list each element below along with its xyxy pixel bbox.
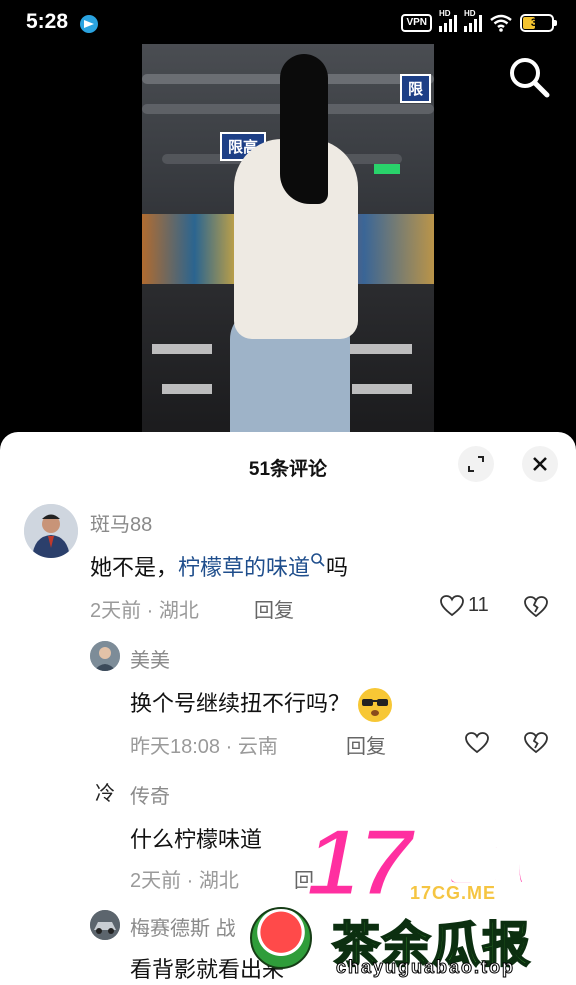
heart-icon	[440, 594, 464, 616]
signal-icon: HD	[464, 9, 482, 32]
expand-button[interactable]	[458, 446, 494, 482]
crosswalk-stripe	[152, 344, 212, 354]
watermelon-icon	[250, 907, 312, 969]
vpn-badge: VPN	[401, 14, 432, 32]
comment-username[interactable]: 传奇	[130, 780, 170, 809]
avatar-portrait	[24, 504, 78, 558]
like-button[interactable]: 11	[440, 594, 489, 617]
telegram-icon	[80, 15, 98, 33]
comment-username-extra: 战	[215, 918, 236, 940]
crosswalk-stripe	[352, 384, 412, 394]
avatar[interactable]	[90, 641, 120, 671]
comment-time: 2天前	[90, 600, 142, 622]
comment-time: 2天前	[130, 870, 182, 892]
watermark-site: 17CG.ME	[410, 883, 497, 903]
dislike-button[interactable]	[524, 596, 548, 623]
dislike-button[interactable]	[524, 732, 548, 759]
avatar-text: 冷	[95, 780, 115, 805]
exit-sign	[374, 164, 400, 174]
watermark: 17 吃瓜 17CG.ME 茶余瓜报 chayuguabao.top	[250, 809, 570, 985]
comment-meta: 2天前 · 湖北	[130, 870, 239, 892]
video-player[interactable]: 限高 限	[0, 44, 576, 444]
comment-text: 换个号继续扭不行吗？	[130, 686, 394, 724]
comment-text: 她不是，柠檬草的味道吗	[90, 550, 348, 582]
comment-location: 云南	[237, 736, 278, 758]
broken-heart-icon	[524, 596, 548, 618]
comment-username[interactable]: 梅赛德斯 战	[130, 912, 236, 941]
sunglasses-emoji-icon	[358, 688, 393, 723]
person-hair	[280, 54, 328, 204]
video-frame: 限高 限	[142, 44, 434, 444]
crosswalk-stripe	[342, 344, 412, 354]
comment-meta: 2天前 · 湖北	[90, 600, 199, 622]
battery-indicator: 39	[520, 14, 557, 32]
comment-location: 湖北	[198, 870, 239, 892]
comment-text: 什么柠檬味道	[130, 827, 263, 852]
hd-label: HD	[464, 9, 476, 18]
comment-time: 昨天18:08	[130, 736, 221, 758]
comment-username-text: 梅赛德斯	[130, 918, 210, 940]
avatar-portrait	[90, 641, 120, 671]
watermark-url: chayuguabao.top	[335, 957, 516, 978]
heart-icon	[465, 732, 489, 754]
comment-username[interactable]: 斑马88	[90, 508, 152, 537]
comment-location: 湖北	[158, 600, 199, 622]
crosswalk-stripe	[162, 384, 212, 394]
search-link[interactable]: 柠檬草的味道	[178, 555, 310, 580]
watermark-17: 17	[305, 809, 415, 916]
status-icons: VPN HD HD 39	[401, 9, 557, 34]
avatar[interactable]	[24, 504, 78, 558]
search-link-icon[interactable]	[310, 552, 326, 568]
status-time: 5:28	[26, 10, 69, 33]
expand-icon	[468, 456, 484, 472]
comment-text-body: 换个号继续扭不行吗？	[130, 691, 351, 716]
status-bar: 5:28 VPN HD HD 39	[0, 0, 576, 44]
like-button[interactable]	[465, 732, 489, 754]
avatar[interactable]	[90, 910, 120, 940]
signal-icon: HD	[439, 9, 457, 32]
reply-button[interactable]: 回复	[254, 594, 294, 623]
comment-text-prefix: 她不是，	[90, 555, 179, 580]
comment-text-suffix: 吗	[326, 555, 349, 580]
comment-username[interactable]: 美美	[130, 644, 170, 673]
like-count: 11	[468, 594, 489, 616]
close-button[interactable]	[522, 446, 558, 482]
comment-meta: 昨天18:08 · 云南	[130, 736, 278, 758]
battery-level: 39	[530, 17, 544, 29]
reply-button[interactable]: 回复	[346, 730, 386, 759]
broken-heart-icon	[524, 732, 548, 754]
wifi-icon	[490, 14, 512, 32]
height-limit-sign: 限	[400, 74, 432, 103]
search-icon[interactable]	[506, 54, 552, 100]
avatar-car	[90, 910, 120, 940]
close-icon	[533, 457, 547, 471]
avatar[interactable]: 冷	[90, 776, 120, 806]
hd-label: HD	[439, 9, 451, 18]
